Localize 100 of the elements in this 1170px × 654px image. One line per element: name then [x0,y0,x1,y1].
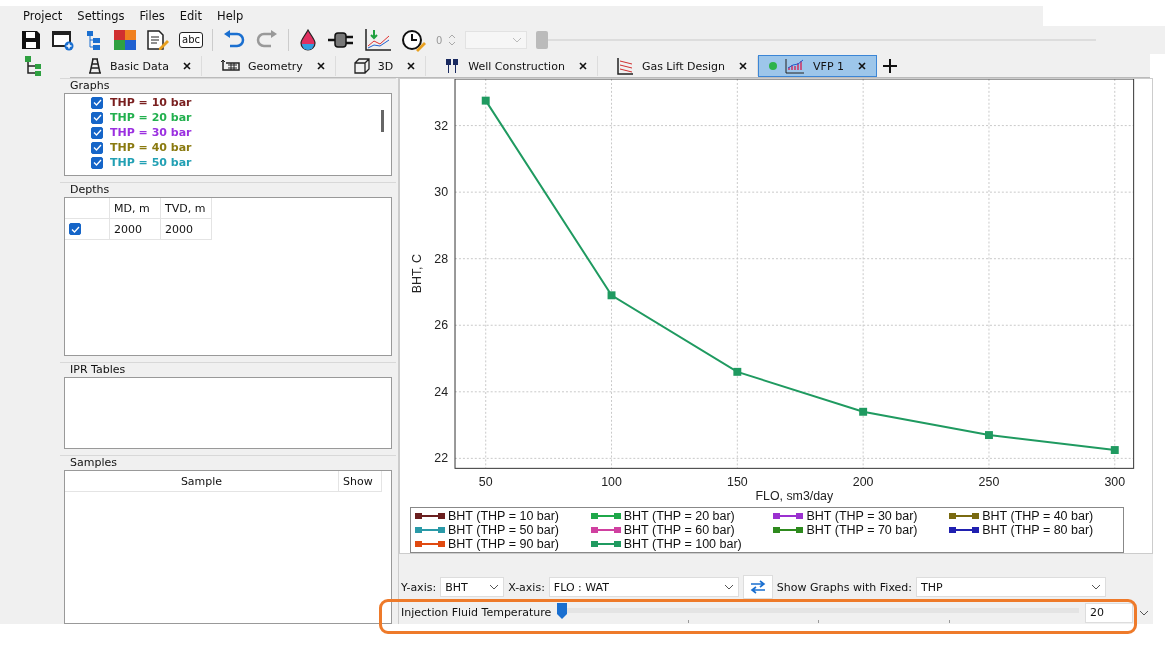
chart-icon [785,58,806,74]
chevron-down-icon [512,37,523,43]
menu-item[interactable]: Files [139,9,165,23]
y-tick-label: 22 [434,451,449,466]
x-tick-label: 250 [978,475,1000,490]
y-axis-dropdown[interactable]: BHT [440,577,505,597]
legend-label: BHT (THP = 90 bar) [448,537,560,551]
data-point [607,291,616,300]
drop-icon[interactable] [298,29,318,51]
chevron-down-icon [723,584,734,590]
chevron-down-icon [1139,609,1149,616]
graph-label: THP = 10 bar [110,96,192,109]
edit-document-icon[interactable] [146,29,170,51]
tab[interactable]: Basic Data [70,56,202,76]
menu-item[interactable]: Settings [77,9,125,23]
fixed-graphs-label: Show Graphs with Fixed: [776,580,913,594]
x-tick-label: 200 [852,475,874,490]
data-point [733,367,742,376]
x-tick-label: 150 [727,475,748,490]
legend-label: BHT (THP = 60 bar) [623,523,735,537]
puzzle-icon[interactable] [113,29,137,51]
menu-item[interactable]: Edit [179,9,203,23]
close-icon[interactable] [739,62,748,70]
slider-track[interactable] [536,30,1097,50]
chart-import-icon[interactable] [364,28,392,52]
tab[interactable]: 3D [335,56,427,76]
slider-thumb[interactable] [536,31,549,49]
y-tick-label: 28 [434,251,449,266]
tab[interactable]: VFP 1 [758,55,877,77]
group-title: Samples [69,456,118,470]
legend-label: BHT (THP = 70 bar) [806,523,918,537]
close-icon[interactable] [316,62,325,70]
legend-marker [772,512,805,520]
checkbox[interactable] [91,156,103,169]
checkbox[interactable] [91,141,103,154]
y-tick-label: 26 [434,318,449,333]
legend-label: BHT (THP = 10 bar) [448,509,560,523]
save-icon[interactable] [20,29,42,51]
column-header[interactable]: TVD, m [161,198,212,219]
table-cell: 2000 [110,219,161,240]
chevron-down-icon [1091,584,1102,590]
close-icon[interactable] [578,62,587,70]
spellcheck-icon[interactable]: abc [179,32,203,48]
checkbox[interactable] [91,111,103,124]
graph-label: THP = 30 bar [110,126,192,139]
y-axis-title: BHT, C [410,254,425,294]
group-title: Depths [69,183,111,197]
tab[interactable]: Geometry [201,56,336,76]
data-point [985,431,993,440]
swap-button[interactable] [742,575,773,599]
legend-label: BHT (THP = 100 bar) [623,537,742,551]
dropdown-field[interactable] [465,31,528,49]
x-axis-label: X-axis: [508,580,545,594]
x-tick-label: 300 [1104,475,1126,490]
add-tab-icon[interactable] [883,59,897,73]
legend-marker [414,512,446,520]
legend-marker [948,512,981,520]
cube-icon [353,58,370,74]
column-header[interactable]: Show [339,471,382,492]
checkbox[interactable] [91,126,103,139]
graph-label: THP = 40 bar [110,141,192,154]
data-point [1110,446,1119,454]
legend-marker [414,526,446,534]
swap-arrows-icon [748,580,767,594]
legend-marker [948,526,981,534]
checkbox[interactable] [69,223,81,235]
slider-label: Injection Fluid Temperature [401,606,552,619]
slider-track[interactable] [557,602,1079,623]
menu-item[interactable]: Project [23,9,63,23]
legend-marker [589,540,622,548]
y-axis-label: Y-axis: [401,580,437,594]
scrollbar-thumb[interactable] [381,110,384,132]
value-field[interactable]: 20 [1085,602,1133,623]
y-tick-label: 32 [434,118,449,133]
column-header[interactable]: MD, m [110,198,161,219]
fixed-parameter-dropdown[interactable]: THP [916,577,1107,597]
chevron-down-icon [489,584,500,590]
data-point [859,407,868,416]
menu-item[interactable]: Help [217,9,244,23]
group-title: IPR Tables [69,363,127,377]
derrick-icon [88,58,102,74]
group-title: Graphs [69,79,111,93]
x-tick-label: 50 [478,475,493,490]
plug-icon[interactable] [327,29,355,51]
close-icon[interactable] [182,62,191,70]
tab[interactable]: Well Construction [426,56,598,76]
legend-label: BHT (THP = 30 bar) [806,509,918,523]
clock-edit-icon[interactable] [401,28,427,52]
legend-marker [589,526,622,534]
gas-lift-icon [615,57,634,75]
slider-thumb[interactable] [557,602,568,619]
column-header[interactable]: Sample [65,471,339,492]
geometry-icon [219,59,240,73]
well-icon [444,58,461,74]
x-tick-label: 100 [601,475,622,490]
close-icon[interactable] [407,62,416,70]
checkbox[interactable] [91,96,103,109]
x-axis-dropdown[interactable]: FLO : WAT [548,577,739,597]
close-icon[interactable] [858,62,866,70]
legend-marker [772,526,805,534]
